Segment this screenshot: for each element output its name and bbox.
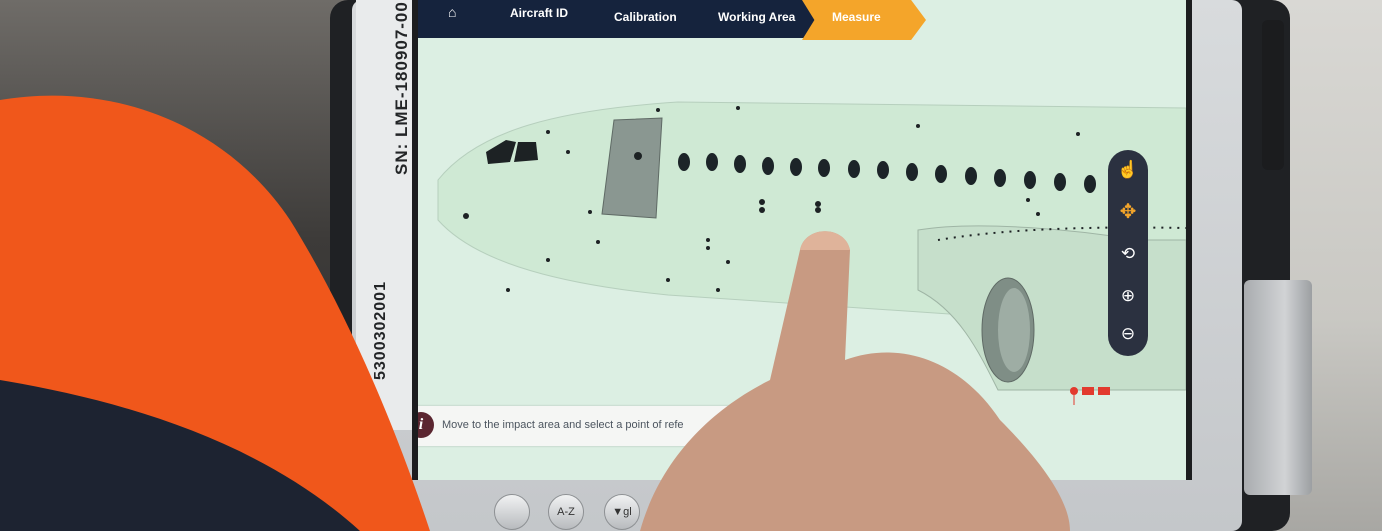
workflow-step-bar: ⌂ Aircraft ID Calibration Working Area M… — [418, 0, 1186, 40]
zoom-in-icon[interactable]: ⊕ — [1116, 284, 1140, 308]
technician-hand — [640, 231, 1070, 531]
step-calibration[interactable]: Calibration — [614, 10, 677, 24]
photo-scene: SN: LME-180907-001 5300302001 0V ⌂ Aircr… — [0, 0, 1382, 531]
home-icon[interactable]: ⌂ — [448, 4, 464, 20]
tablet-handle — [1262, 20, 1284, 170]
move-icon[interactable]: ✥ — [1116, 200, 1140, 224]
view-toolbar: ☝ ✥ ⟲ ⊕ ⊖ — [1108, 150, 1148, 356]
step-measure[interactable]: Measure — [832, 10, 881, 24]
cockpit-window — [514, 142, 538, 162]
technician-shoulder — [0, 95, 430, 531]
rotate-icon[interactable]: ⟲ — [1116, 242, 1140, 266]
step-working-area[interactable]: Working Area — [718, 10, 795, 24]
touch-icon[interactable]: ☝ — [1116, 158, 1140, 182]
step-aircraft-id[interactable]: Aircraft ID — [510, 6, 568, 20]
zoom-out-icon[interactable]: ⊖ — [1116, 322, 1140, 346]
bezel-button-1[interactable] — [494, 494, 530, 530]
bezel-button-az[interactable]: A-Z — [548, 494, 584, 530]
tablet-side-clip — [1244, 280, 1312, 495]
